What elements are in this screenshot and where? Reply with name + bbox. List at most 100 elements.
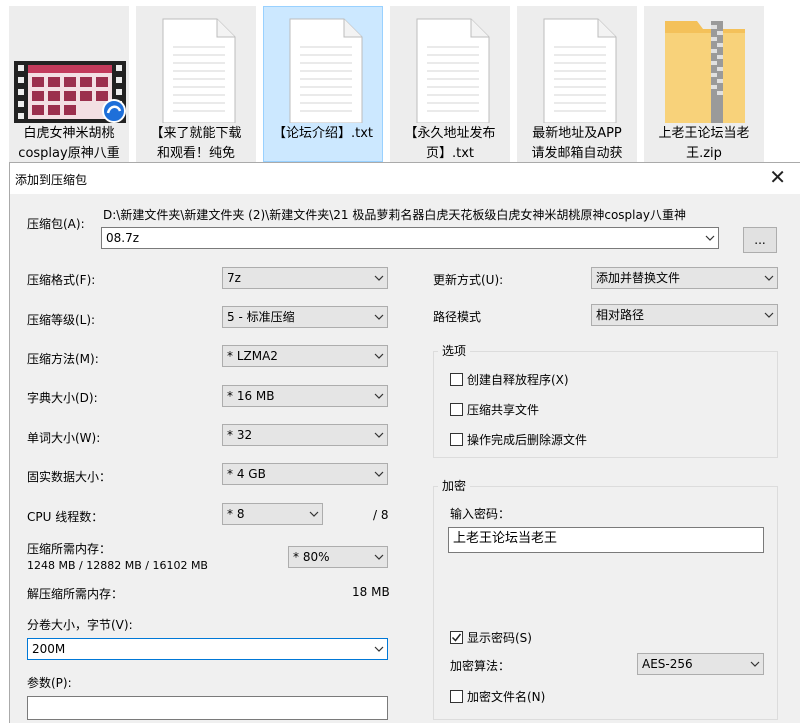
path-mode-combobox[interactable]: 相对路径 (591, 304, 778, 326)
level-combobox[interactable]: 5 - 标准压缩 (222, 306, 388, 328)
show-password-label: 显示密码(S) (467, 631, 532, 645)
video-thumbnail-icon (14, 61, 126, 123)
level-value: 5 - 标准压缩 (227, 310, 295, 324)
cpu-value: * 8 (227, 507, 245, 521)
encrypt-names-checkbox[interactable]: 加密文件名(N) (450, 688, 545, 705)
level-label: 压缩等级(L): (27, 313, 96, 327)
show-password-checkbox[interactable]: 显示密码(S) (450, 629, 532, 646)
update-value: 添加并替换文件 (596, 271, 681, 285)
password-label: 输入密码： (450, 507, 511, 521)
word-label: 单词大小(W): (27, 431, 101, 445)
word-combobox[interactable]: * 32 (222, 424, 388, 446)
password-input[interactable]: 上老王论坛当老王 (448, 527, 764, 553)
delete-after-checkbox[interactable]: 操作完成后删除源文件 (450, 431, 587, 448)
enc-method-combobox[interactable]: AES-256 (637, 653, 764, 675)
split-combobox[interactable]: 200M (27, 638, 388, 660)
params-input[interactable] (27, 696, 388, 720)
chevron-down-icon (750, 661, 760, 667)
chevron-down-icon (705, 235, 715, 241)
shared-files-checkbox[interactable]: 压缩共享文件 (450, 401, 539, 418)
text-file-icon (543, 18, 617, 123)
zip-folder-icon (665, 21, 745, 123)
close-icon[interactable]: ✕ (769, 166, 786, 188)
checkbox-box (450, 690, 463, 703)
text-file-icon (289, 18, 363, 123)
browse-button[interactable]: ... (743, 227, 777, 253)
solid-combobox[interactable]: * 4 GB (222, 463, 388, 485)
format-label: 压缩格式(F): (27, 273, 96, 287)
checkbox-box (450, 433, 463, 446)
file-name: 【来了就能下载 和观看！纯免 (150, 126, 242, 161)
sfx-label: 创建自释放程序(X) (467, 373, 569, 387)
mem-value: * 80% (293, 550, 330, 564)
file-name: 上老王论坛当老 王.zip (658, 126, 750, 161)
archive-path-combobox[interactable]: 08.7z (101, 227, 719, 249)
decomp-label: 解压缩所需内存： (27, 587, 124, 601)
decomp-value: 18 MB (352, 585, 390, 599)
chevron-down-icon (374, 432, 384, 438)
path-mode-label: 路径模式 (433, 310, 482, 324)
dict-combobox[interactable]: * 16 MB (222, 385, 388, 407)
method-value: * LZMA2 (227, 349, 278, 363)
solid-value: * 4 GB (227, 467, 266, 481)
text-file-icon (416, 18, 490, 123)
cpu-label: CPU 线程数： (27, 510, 104, 524)
checkbox-box (450, 631, 463, 644)
archive-path-value: 08.7z (106, 231, 140, 245)
check-icon (451, 633, 462, 642)
encryption-title: 加密 (438, 479, 471, 493)
chevron-down-icon (374, 554, 384, 560)
dict-value: * 16 MB (227, 389, 275, 403)
cpu-combobox[interactable]: * 8 (222, 503, 323, 525)
file-name: 【论坛介绍】.txt (272, 126, 374, 141)
chevron-down-icon (764, 312, 774, 318)
mem-label: 压缩所需内存： (27, 542, 112, 556)
file-name: 【永久地址发布 页】.txt (404, 126, 496, 161)
split-value: 200M (32, 642, 66, 656)
file-name: 最新地址及APP 请发邮箱自动获 (531, 126, 623, 161)
chevron-down-icon (374, 471, 384, 477)
sfx-checkbox[interactable]: 创建自释放程序(X) (450, 371, 569, 388)
text-file-icon (162, 18, 236, 123)
archive-path-text: D:\新建文件夹\新建文件夹 (2)\新建文件夹\21 极品萝莉名器白虎天花板级… (103, 208, 686, 222)
chevron-down-icon (374, 275, 384, 281)
enc-method-label: 加密算法： (450, 659, 511, 673)
update-combobox[interactable]: 添加并替换文件 (591, 267, 778, 289)
chevron-down-icon (374, 646, 384, 652)
file-item-text[interactable]: 【来了就能下载 和观看！纯免 (136, 6, 256, 162)
checkbox-box (450, 373, 463, 386)
file-name: 白虎女神米胡桃 cosplay原神八重 (18, 126, 120, 161)
method-label: 压缩方法(M): (27, 352, 99, 366)
file-item-text[interactable]: 最新地址及APP 请发邮箱自动获 (517, 6, 637, 162)
archive-label: 压缩包(A): (27, 217, 85, 231)
chevron-down-icon (374, 353, 384, 359)
shared-files-label: 压缩共享文件 (467, 403, 540, 417)
update-label: 更新方式(U): (433, 273, 504, 287)
dialog-titlebar: 添加到压缩包 ✕ (10, 163, 800, 194)
file-item-text[interactable]: 【永久地址发布 页】.txt (390, 6, 510, 162)
dialog-title: 添加到压缩包 (15, 173, 88, 187)
file-strip: 白虎女神米胡桃 cosplay原神八重 【来了就能下载 和观看！纯免 【论坛介绍】.… (0, 0, 800, 162)
chevron-down-icon (309, 511, 319, 517)
method-combobox[interactable]: * LZMA2 (222, 345, 388, 367)
path-mode-value: 相对路径 (596, 308, 645, 322)
file-item-zip[interactable]: 上老王论坛当老 王.zip (644, 6, 764, 162)
mem-detail: 1248 MB / 12882 MB / 16102 MB (27, 559, 208, 572)
dict-label: 字典大小(D): (27, 391, 98, 405)
add-to-archive-dialog: 添加到压缩包 ✕ 压缩包(A): D:\新建文件夹\新建文件夹 (2)\新建文件… (9, 162, 800, 723)
split-label: 分卷大小，字节(V): (27, 618, 133, 632)
file-item-text-selected[interactable]: 【论坛介绍】.txt (263, 6, 383, 162)
format-combobox[interactable]: 7z (222, 267, 388, 289)
chevron-down-icon (374, 393, 384, 399)
solid-label: 固实数据大小： (27, 470, 112, 484)
checkbox-box (450, 403, 463, 416)
chevron-down-icon (764, 275, 774, 281)
cpu-max: / 8 (373, 508, 389, 522)
delete-after-label: 操作完成后删除源文件 (467, 433, 588, 447)
word-value: * 32 (227, 428, 253, 442)
enc-method-value: AES-256 (642, 657, 693, 671)
params-label: 参数(P): (27, 676, 72, 690)
file-item-video[interactable]: 白虎女神米胡桃 cosplay原神八重 (9, 6, 129, 162)
mem-combobox[interactable]: * 80% (288, 546, 388, 568)
chevron-down-icon (374, 314, 384, 320)
